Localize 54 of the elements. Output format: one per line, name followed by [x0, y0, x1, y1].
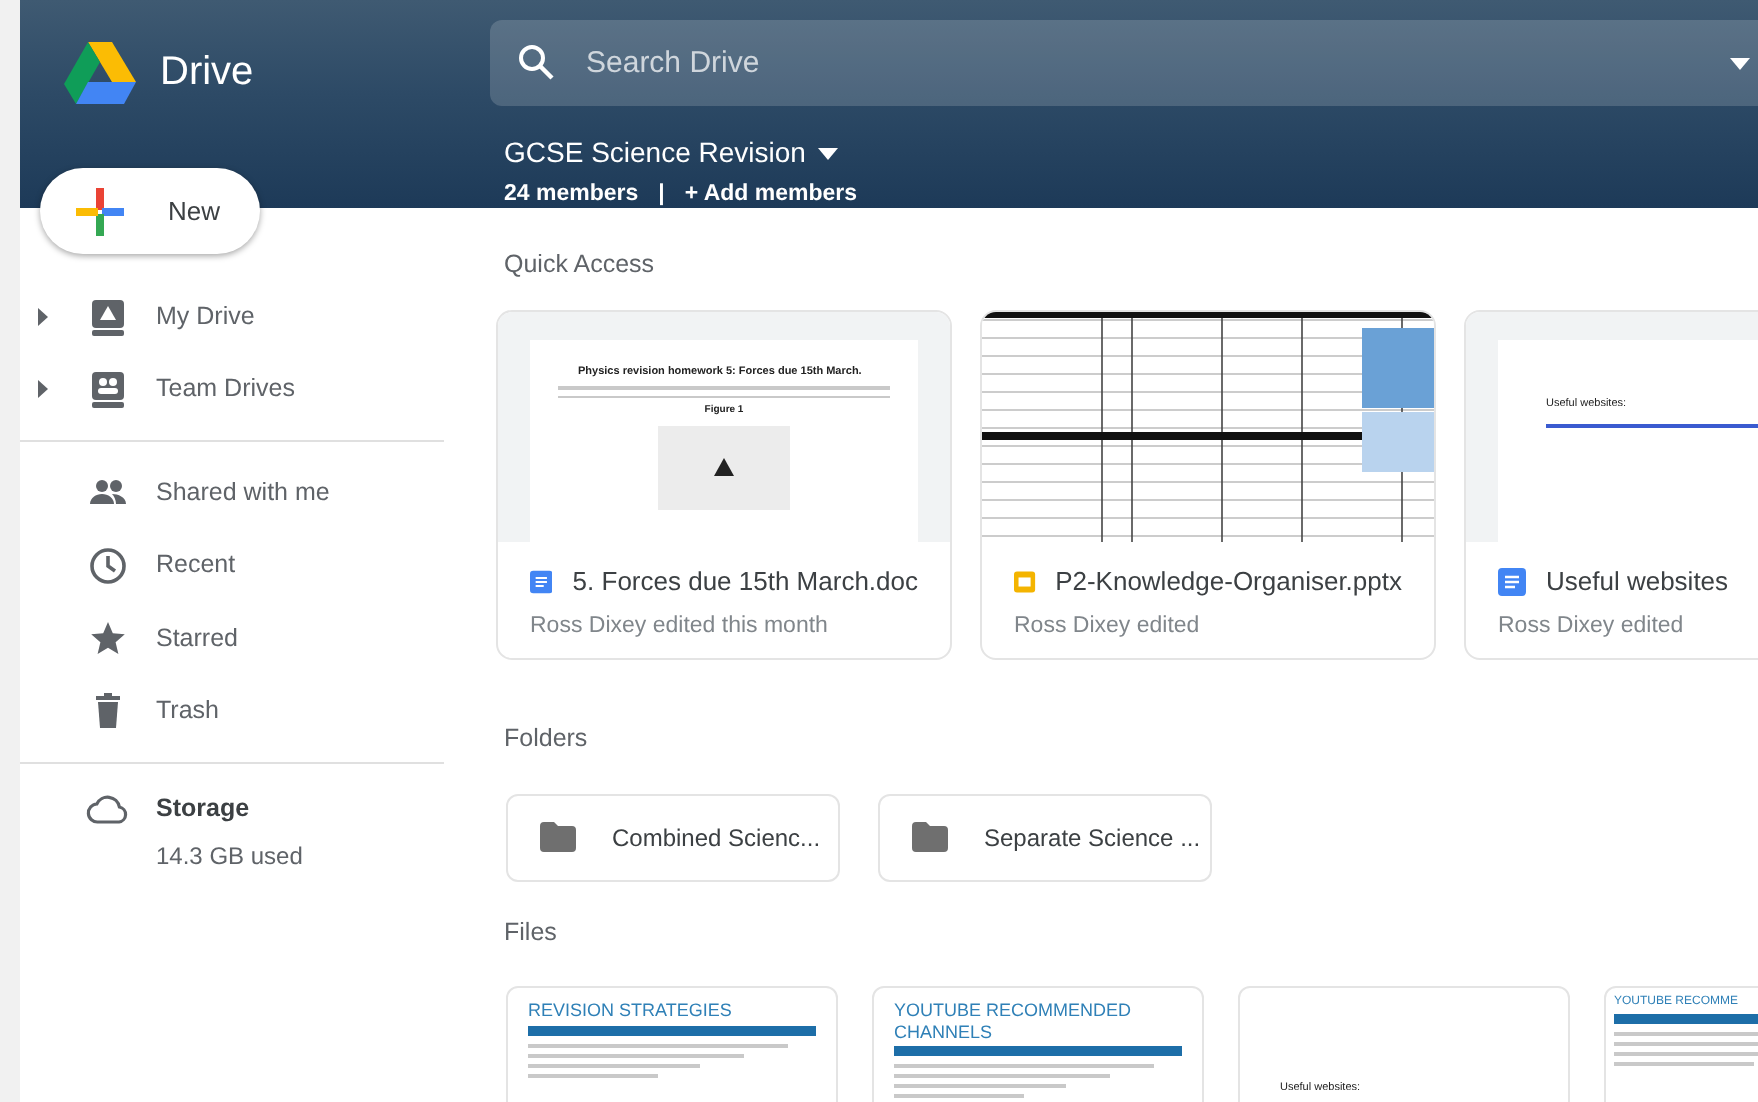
file-card[interactable]: YOUTUBE RECOMMENDED CHANNELS: [872, 986, 1204, 1102]
document-icon: [1498, 567, 1526, 595]
storage-used: 14.3 GB used: [156, 840, 305, 874]
file-name: 5. Forces due 15th March.doc: [572, 563, 918, 600]
warning-icon: [714, 458, 734, 476]
slides-icon: [1014, 567, 1036, 595]
separator: |: [658, 180, 665, 210]
text-line: [894, 1093, 1024, 1098]
edit-info: Ross Dixey edited this month: [528, 612, 830, 643]
section-heading: Quick Access: [504, 248, 657, 282]
nav-item[interactable]: Starred: [20, 602, 444, 675]
team-drive-icon: [88, 368, 128, 411]
folder-icon: [540, 822, 576, 852]
text-line: [1614, 1052, 1758, 1057]
folder-icon: [912, 822, 948, 852]
drive-icon: [88, 295, 128, 338]
file-card[interactable]: P2-Knowledge-Organiser.pptx Ross Dixey edited: [980, 309, 1436, 660]
preview-heading: YOUTUBE RECOMMENDED CHANNELS: [894, 1000, 1134, 1042]
file-card[interactable]: REVISION STRATEGIES: [506, 986, 838, 1102]
expand-arrow-icon[interactable]: [37, 380, 47, 399]
preview-heading: REVISION STRATEGIES: [528, 1000, 734, 1022]
section-heading: Files: [504, 915, 559, 949]
nav-item[interactable]: Trash: [20, 675, 444, 748]
folder-name: Separate Science ...: [984, 821, 1201, 855]
plus-icon: [76, 187, 124, 235]
edit-info: Ross Dixey edited: [1012, 612, 1202, 643]
new-button[interactable]: New: [40, 168, 260, 254]
search-icon: [518, 44, 554, 80]
folder-card[interactable]: Separate Science ...: [878, 793, 1212, 881]
clock-icon: [88, 544, 128, 587]
document-icon: [530, 567, 553, 595]
dropdown-caret-icon[interactable]: [1730, 58, 1750, 70]
storage-label[interactable]: Storage: [156, 789, 250, 827]
caret-icon[interactable]: [817, 147, 838, 159]
nav-item[interactable]: Recent: [20, 529, 444, 602]
expand-arrow-icon[interactable]: [37, 307, 47, 326]
file-name: Useful websites: [1546, 563, 1729, 600]
edit-info: Ross Dixey edited: [1496, 612, 1686, 643]
section-heading: Folders: [504, 721, 590, 756]
text-line: [1614, 1062, 1755, 1067]
add-members-link[interactable]: + Add members: [684, 178, 858, 213]
nav-item[interactable]: My Drive: [20, 280, 444, 353]
folder-name: Combined Scienc...: [612, 821, 821, 855]
team-drive-title[interactable]: GCSE Science Revision: [504, 132, 806, 174]
text-line: [528, 1073, 658, 1078]
member-count: 24 members: [504, 180, 639, 210]
cloud-icon: [86, 792, 130, 824]
nav-item[interactable]: Shared with me: [20, 456, 444, 529]
file-name: P2-Knowledge-Organiser.pptx: [1055, 563, 1402, 600]
folder-card[interactable]: Combined Scienc...: [506, 793, 840, 881]
app-name: Drive: [160, 48, 254, 98]
nav-item[interactable]: Team Drives: [20, 353, 444, 426]
drive-logo-icon: [64, 40, 136, 104]
text-line: [1614, 1042, 1758, 1047]
